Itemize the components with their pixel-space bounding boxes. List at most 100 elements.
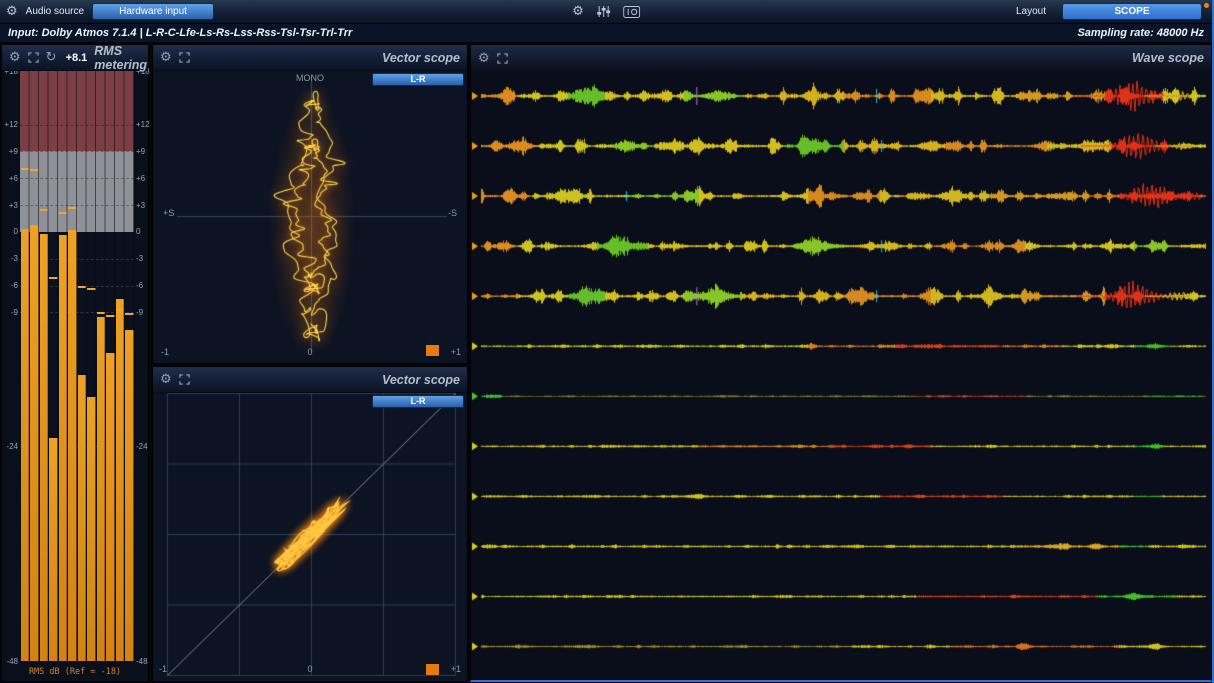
meter-peak-indicator bbox=[40, 209, 49, 211]
vs2-overload-indicator[interactable] bbox=[426, 664, 439, 675]
rms-peak-value: +8.1 bbox=[66, 52, 88, 64]
vs1-overload-indicator[interactable] bbox=[426, 345, 439, 356]
wave-scope-title: Wave scope bbox=[1132, 51, 1204, 65]
meter-bar bbox=[78, 375, 87, 661]
meter-bar bbox=[59, 235, 68, 661]
meter-bar bbox=[21, 229, 30, 661]
meter-peak-indicator bbox=[49, 277, 58, 279]
vs1-plus-s-label: +S bbox=[163, 208, 174, 218]
status-dot bbox=[1204, 3, 1209, 8]
topbar-left: ⚙ Audio source Hardware input bbox=[0, 3, 214, 20]
wave-scope-display bbox=[471, 45, 1211, 680]
scale-tick: -48 bbox=[136, 657, 150, 666]
scale-tick: -24 bbox=[2, 442, 18, 451]
analyzer-app: ⚙ Audio source Hardware input ⚙ Layout S… bbox=[0, 0, 1214, 683]
wave-scope-panel: ⚙ Wave scope bbox=[470, 44, 1212, 682]
meter-peak-indicator bbox=[78, 286, 87, 288]
scale-tick: +6 bbox=[136, 174, 150, 183]
scope-button[interactable]: SCOPE bbox=[1062, 3, 1202, 20]
meter-bar bbox=[106, 353, 115, 661]
meter-bar bbox=[30, 225, 39, 661]
vs2-fullscreen-icon[interactable] bbox=[179, 374, 190, 385]
scale-tick: -6 bbox=[2, 281, 18, 290]
rms-reset-icon[interactable]: ↻ bbox=[46, 51, 57, 64]
meter-peak-indicator bbox=[97, 312, 106, 314]
scale-tick: -24 bbox=[136, 442, 150, 451]
scale-tick: -48 bbox=[2, 657, 18, 666]
sampling-rate-label: Sampling rate: 48000 Hz bbox=[1077, 27, 1204, 39]
meter-bar bbox=[116, 299, 125, 661]
vs2-axis-plus1: +1 bbox=[451, 664, 461, 674]
vector-scope-2-header: ⚙ Vector scope bbox=[153, 367, 467, 393]
meter-bar bbox=[40, 234, 49, 661]
hardware-input-button[interactable]: Hardware input bbox=[92, 3, 214, 20]
meter-peak-indicator bbox=[68, 207, 77, 209]
vector-scope-2-title: Vector scope bbox=[382, 373, 460, 387]
vector-scope-1-display bbox=[153, 45, 467, 363]
meter-red-zone bbox=[20, 71, 134, 151]
rms-footer-label: RMS dB (Ref = -18) bbox=[2, 667, 148, 677]
meter-peak-indicator bbox=[87, 288, 96, 290]
infobar: Input: Dolby Atmos 7.1.4 | L-R-C-Lfe-Ls-… bbox=[0, 24, 1212, 43]
meter-gridline bbox=[20, 125, 134, 126]
topbar-center: ⚙ bbox=[572, 5, 640, 18]
scale-tick: +3 bbox=[2, 201, 18, 210]
scale-tick: -6 bbox=[136, 281, 150, 290]
meter-peak-indicator bbox=[30, 169, 39, 171]
wave-fullscreen-icon[interactable] bbox=[497, 53, 508, 64]
rms-meter: +18+18+12+12+9+9+6+6+3+300-3-3-6-6-9-9-2… bbox=[2, 45, 148, 681]
audio-source-label: Audio source bbox=[26, 6, 84, 17]
vector-scope-2-panel: ⚙ Vector scope L-R -1 0 +1 bbox=[152, 366, 468, 682]
scale-tick: -9 bbox=[136, 308, 150, 317]
scale-tick: -3 bbox=[2, 254, 18, 263]
input-format-label: Input: Dolby Atmos 7.1.4 | L-R-C-Lfe-Ls-… bbox=[8, 27, 352, 39]
rms-panel: ⚙ ↻ +8.1 RMS metering +18+18+12+12+9+9+6… bbox=[1, 44, 149, 682]
topbar-right: Layout SCOPE bbox=[1016, 3, 1212, 20]
global-settings-gear-icon[interactable]: ⚙ bbox=[572, 5, 584, 18]
scale-tick: +3 bbox=[136, 201, 150, 210]
scale-tick: -3 bbox=[136, 254, 150, 263]
vector-scope-1-panel: ⚙ Vector scope L-R MONO +S -S -1 0 +1 bbox=[152, 44, 468, 364]
vector-scope-1-title: Vector scope bbox=[382, 51, 460, 65]
layout-button[interactable]: Layout bbox=[1016, 6, 1046, 17]
vs2-mode-button[interactable]: L-R bbox=[372, 395, 464, 408]
channel-faders-icon[interactable] bbox=[596, 5, 611, 18]
settings-gear-icon[interactable]: ⚙ bbox=[6, 5, 18, 18]
meter-display bbox=[20, 71, 134, 661]
meter-bar bbox=[97, 317, 106, 661]
scale-tick: +12 bbox=[136, 120, 150, 129]
meter-peak-indicator bbox=[59, 212, 68, 214]
meter-bar bbox=[87, 397, 96, 661]
meter-bar bbox=[49, 438, 58, 661]
wave-scope-header: ⚙ Wave scope bbox=[471, 45, 1211, 71]
vector-scope-2-display bbox=[153, 367, 467, 681]
meter-bar bbox=[125, 330, 134, 661]
scale-tick: +6 bbox=[2, 174, 18, 183]
vector-scope-1-header: ⚙ Vector scope bbox=[153, 45, 467, 71]
io-routing-icon[interactable] bbox=[623, 6, 640, 18]
scale-tick: +12 bbox=[2, 120, 18, 129]
rms-panel-header: ⚙ ↻ +8.1 RMS metering bbox=[2, 45, 148, 71]
vs1-settings-gear-icon[interactable]: ⚙ bbox=[160, 51, 172, 64]
scale-tick: 0 bbox=[136, 227, 150, 236]
vs1-minus-s-label: -S bbox=[448, 208, 457, 218]
wave-settings-gear-icon[interactable]: ⚙ bbox=[478, 52, 490, 65]
vs2-settings-gear-icon[interactable]: ⚙ bbox=[160, 373, 172, 386]
vs1-axis-plus1: +1 bbox=[451, 347, 461, 357]
topbar: ⚙ Audio source Hardware input ⚙ Layout S… bbox=[0, 0, 1212, 24]
scale-tick: +9 bbox=[2, 147, 18, 156]
vs1-mono-label: MONO bbox=[153, 73, 467, 83]
scale-tick: +9 bbox=[136, 147, 150, 156]
meter-peak-indicator bbox=[106, 315, 115, 317]
meter-gray-zone bbox=[20, 151, 134, 231]
scale-tick: 0 bbox=[2, 227, 18, 236]
vs2-axis-zero: 0 bbox=[153, 664, 467, 674]
vs1-fullscreen-icon[interactable] bbox=[179, 52, 190, 63]
meter-peak-indicator bbox=[125, 313, 134, 315]
rms-settings-gear-icon[interactable]: ⚙ bbox=[9, 51, 21, 64]
rms-fullscreen-icon[interactable] bbox=[28, 52, 39, 63]
rms-panel-title: RMS metering bbox=[94, 44, 147, 72]
meter-peak-indicator bbox=[21, 168, 30, 170]
meter-gridline bbox=[20, 205, 134, 206]
vs1-axis-zero: 0 bbox=[153, 347, 467, 357]
